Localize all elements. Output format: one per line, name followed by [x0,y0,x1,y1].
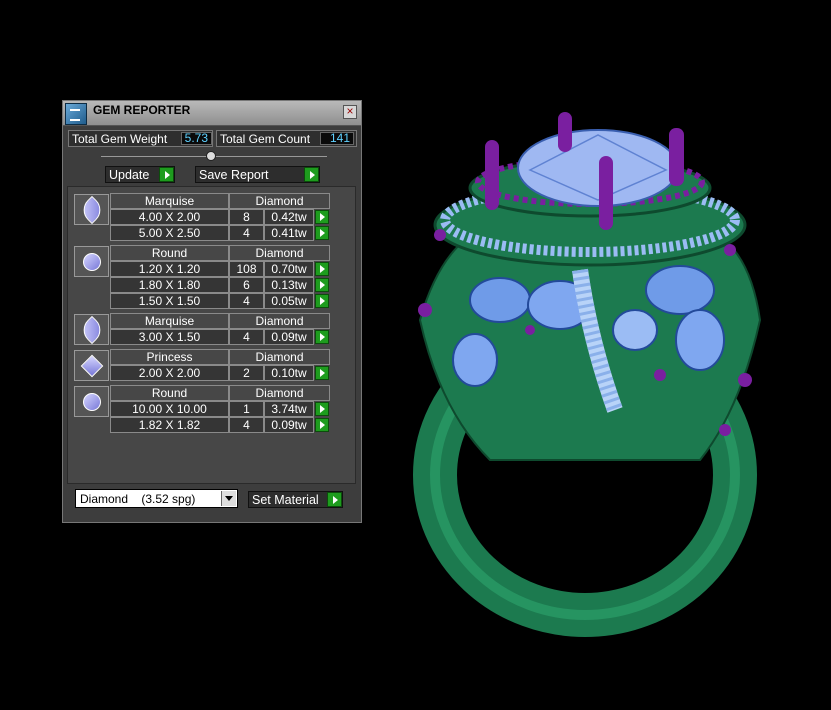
panel-slider-knob[interactable] [206,151,216,161]
save-report-button[interactable]: Save Report [195,166,320,183]
close-button[interactable]: × [343,105,357,119]
material-select-value: Diamond (3.52 spg) [80,492,196,506]
round-gem-icon [74,386,109,417]
update-button[interactable]: Update [105,166,175,183]
set-material-button-label: Set Material [252,493,319,507]
select-row-arrow-icon[interactable] [315,402,329,416]
gem-weight-cell: 0.05tw [264,293,314,309]
select-row-arrow-icon[interactable] [315,294,329,308]
gem-list: Marquise Diamond 4.00 X 2.00 8 0.42tw 5.… [67,186,356,484]
gem-size-cell: 2.00 X 2.00 [110,365,229,381]
gem-size-cell: 5.00 X 2.50 [110,225,229,241]
gem-size-cell: 3.00 X 1.50 [110,329,229,345]
material-select[interactable]: Diamond (3.52 spg) [75,489,238,508]
gem-material-label: Diamond [229,193,330,209]
total-gem-count-label: Total Gem Count [220,132,311,146]
select-row-arrow-icon[interactable] [315,262,329,276]
gem-weight-cell: 0.70tw [264,261,314,277]
round-gem-icon [74,246,109,277]
save-report-button-label: Save Report [199,168,269,182]
gem-weight-cell: 0.41tw [264,225,314,241]
gem-count-cell: 4 [229,417,264,433]
gem-shape-label: Marquise [110,313,229,329]
play-arrow-icon [304,167,319,182]
gem-size-cell: 4.00 X 2.00 [110,209,229,225]
total-gem-weight-value: 5.73 [181,132,212,145]
window-title: GEM REPORTER [93,103,191,117]
gem-count-cell: 108 [229,261,264,277]
total-gem-weight-label: Total Gem Weight [72,132,168,146]
gem-weight-cell: 0.09tw [264,417,314,433]
play-arrow-icon [159,167,174,182]
select-row-arrow-icon[interactable] [315,210,329,224]
gem-material-label: Diamond [229,245,330,261]
gem-size-cell: 1.80 X 1.80 [110,277,229,293]
gem-shape-label: Round [110,385,229,401]
total-gem-count-value: 141 [320,132,354,145]
gem-weight-cell: 0.10tw [264,365,314,381]
play-arrow-icon [327,492,342,507]
gem-count-cell: 8 [229,209,264,225]
gem-count-cell: 6 [229,277,264,293]
gem-weight-cell: 0.13tw [264,277,314,293]
gem-shape-label: Round [110,245,229,261]
gem-shape-label: Princess [110,349,229,365]
select-row-arrow-icon[interactable] [315,330,329,344]
select-row-arrow-icon[interactable] [315,418,329,432]
gem-count-cell: 4 [229,225,264,241]
gem-material-label: Diamond [229,313,330,329]
gem-size-cell: 10.00 X 10.00 [110,401,229,417]
gem-count-cell: 2 [229,365,264,381]
ring-3d-model [413,112,762,637]
marquise-gem-icon [74,194,109,225]
gem-count-cell: 4 [229,329,264,345]
marquise-gem-icon [74,314,109,345]
set-material-button[interactable]: Set Material [248,491,343,508]
gem-weight-cell: 0.42tw [264,209,314,225]
gem-shape-label: Marquise [110,193,229,209]
gem-material-label: Diamond [229,349,330,365]
gem-weight-cell: 0.09tw [264,329,314,345]
gem-reporter-panel: GEM REPORTER × Total Gem Weight 5.73 Tot… [62,100,362,523]
gem-size-cell: 1.82 X 1.82 [110,417,229,433]
gem-count-cell: 1 [229,401,264,417]
gem-size-cell: 1.20 X 1.20 [110,261,229,277]
gem-material-label: Diamond [229,385,330,401]
gem-size-cell: 1.50 X 1.50 [110,293,229,309]
update-button-label: Update [109,168,150,182]
total-gem-count-field: Total Gem Count 141 [216,130,357,147]
3d-viewport[interactable] [380,80,820,640]
select-row-arrow-icon[interactable] [315,278,329,292]
gem-count-cell: 4 [229,293,264,309]
select-row-arrow-icon[interactable] [315,226,329,240]
princess-gem-icon [74,350,109,381]
select-row-arrow-icon[interactable] [315,366,329,380]
gem-weight-cell: 3.74tw [264,401,314,417]
gem-reporter-app-icon [65,103,87,125]
title-bar[interactable]: GEM REPORTER × [63,101,361,126]
chevron-down-icon[interactable] [221,491,236,506]
total-gem-weight-field: Total Gem Weight 5.73 [68,130,213,147]
